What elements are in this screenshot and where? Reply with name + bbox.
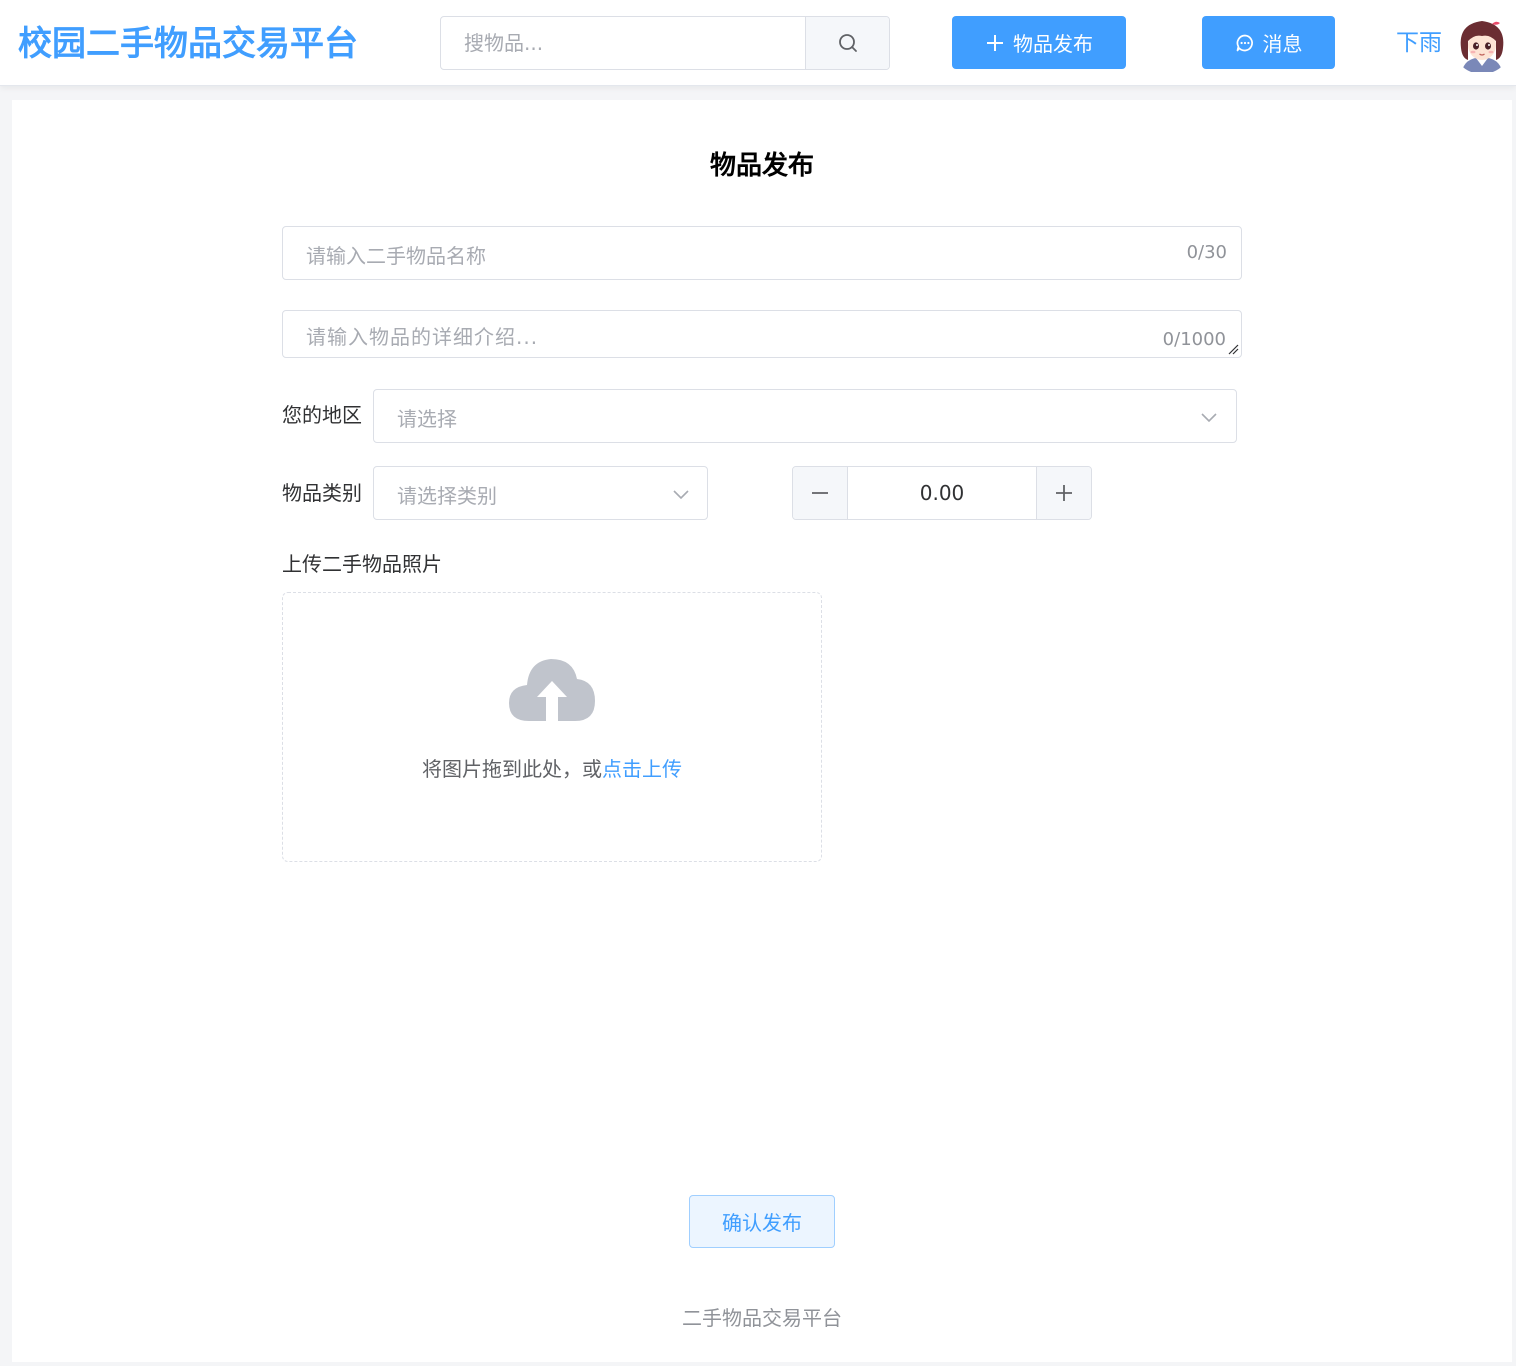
upload-label: 上传二手物品照片 bbox=[282, 552, 442, 576]
item-description-textarea[interactable]: 请输入物品的详细介绍... 0/1000 bbox=[282, 310, 1242, 358]
item-name-char-count: 0/30 bbox=[1186, 242, 1227, 263]
confirm-publish-button[interactable]: 确认发布 bbox=[689, 1195, 835, 1248]
item-name-placeholder: 请输入二手物品名称 bbox=[306, 244, 486, 268]
search-button[interactable] bbox=[805, 17, 889, 69]
search-bar bbox=[440, 16, 890, 70]
price-value[interactable]: 0.00 bbox=[848, 467, 1036, 519]
increment-button[interactable] bbox=[1036, 467, 1091, 519]
minus-icon bbox=[812, 492, 828, 494]
publish-form-container: 物品发布 请输入二手物品名称 0/30 请输入物品的详细介绍... 0/1000… bbox=[12, 100, 1512, 1362]
top-header: 校园二手物品交易平台 物品发布 消息 下雨 bbox=[0, 0, 1516, 86]
item-name-input[interactable]: 请输入二手物品名称 0/30 bbox=[282, 226, 1242, 280]
category-label: 物品类别 bbox=[282, 481, 362, 505]
publish-item-label: 物品发布 bbox=[1013, 32, 1093, 56]
chat-bubble-icon bbox=[1236, 34, 1253, 51]
avatar[interactable] bbox=[1452, 14, 1512, 74]
region-select-placeholder: 请选择 bbox=[397, 407, 457, 431]
region-label: 您的地区 bbox=[282, 403, 362, 427]
page-title: 物品发布 bbox=[709, 151, 814, 181]
upload-instructions: 将图片拖到此处，或点击上传 bbox=[283, 753, 821, 782]
plus-icon bbox=[1056, 485, 1072, 501]
item-description-char-count: 0/1000 bbox=[1162, 329, 1226, 350]
price-stepper[interactable]: 0.00 bbox=[792, 466, 1092, 520]
category-select-placeholder: 请选择类别 bbox=[397, 484, 497, 508]
user-avatar-icon bbox=[1452, 14, 1512, 74]
item-description-placeholder: 请输入物品的详细介绍... bbox=[306, 325, 539, 349]
region-select[interactable]: 请选择 bbox=[373, 389, 1237, 443]
upload-click-link[interactable]: 点击上传 bbox=[602, 757, 682, 781]
publish-item-button[interactable]: 物品发布 bbox=[952, 16, 1126, 69]
photo-upload-dropzone[interactable]: 将图片拖到此处，或点击上传 bbox=[282, 592, 822, 862]
resize-handle-icon[interactable] bbox=[1227, 343, 1239, 355]
search-input[interactable] bbox=[441, 17, 806, 69]
decrement-button[interactable] bbox=[793, 467, 848, 519]
plus-icon bbox=[987, 34, 1003, 51]
footer-text: 二手物品交易平台 bbox=[682, 1306, 842, 1330]
cloud-upload-icon bbox=[509, 659, 595, 721]
messages-button[interactable]: 消息 bbox=[1202, 16, 1335, 69]
chevron-down-icon bbox=[1201, 413, 1217, 423]
upload-drag-text: 将图片拖到此处，或 bbox=[422, 757, 602, 781]
chevron-down-icon bbox=[673, 490, 689, 500]
category-select[interactable]: 请选择类别 bbox=[373, 466, 708, 520]
site-logo[interactable]: 校园二手物品交易平台 bbox=[18, 22, 358, 66]
messages-label: 消息 bbox=[1262, 32, 1303, 56]
search-icon bbox=[838, 34, 857, 52]
username[interactable]: 下雨 bbox=[1396, 26, 1442, 60]
